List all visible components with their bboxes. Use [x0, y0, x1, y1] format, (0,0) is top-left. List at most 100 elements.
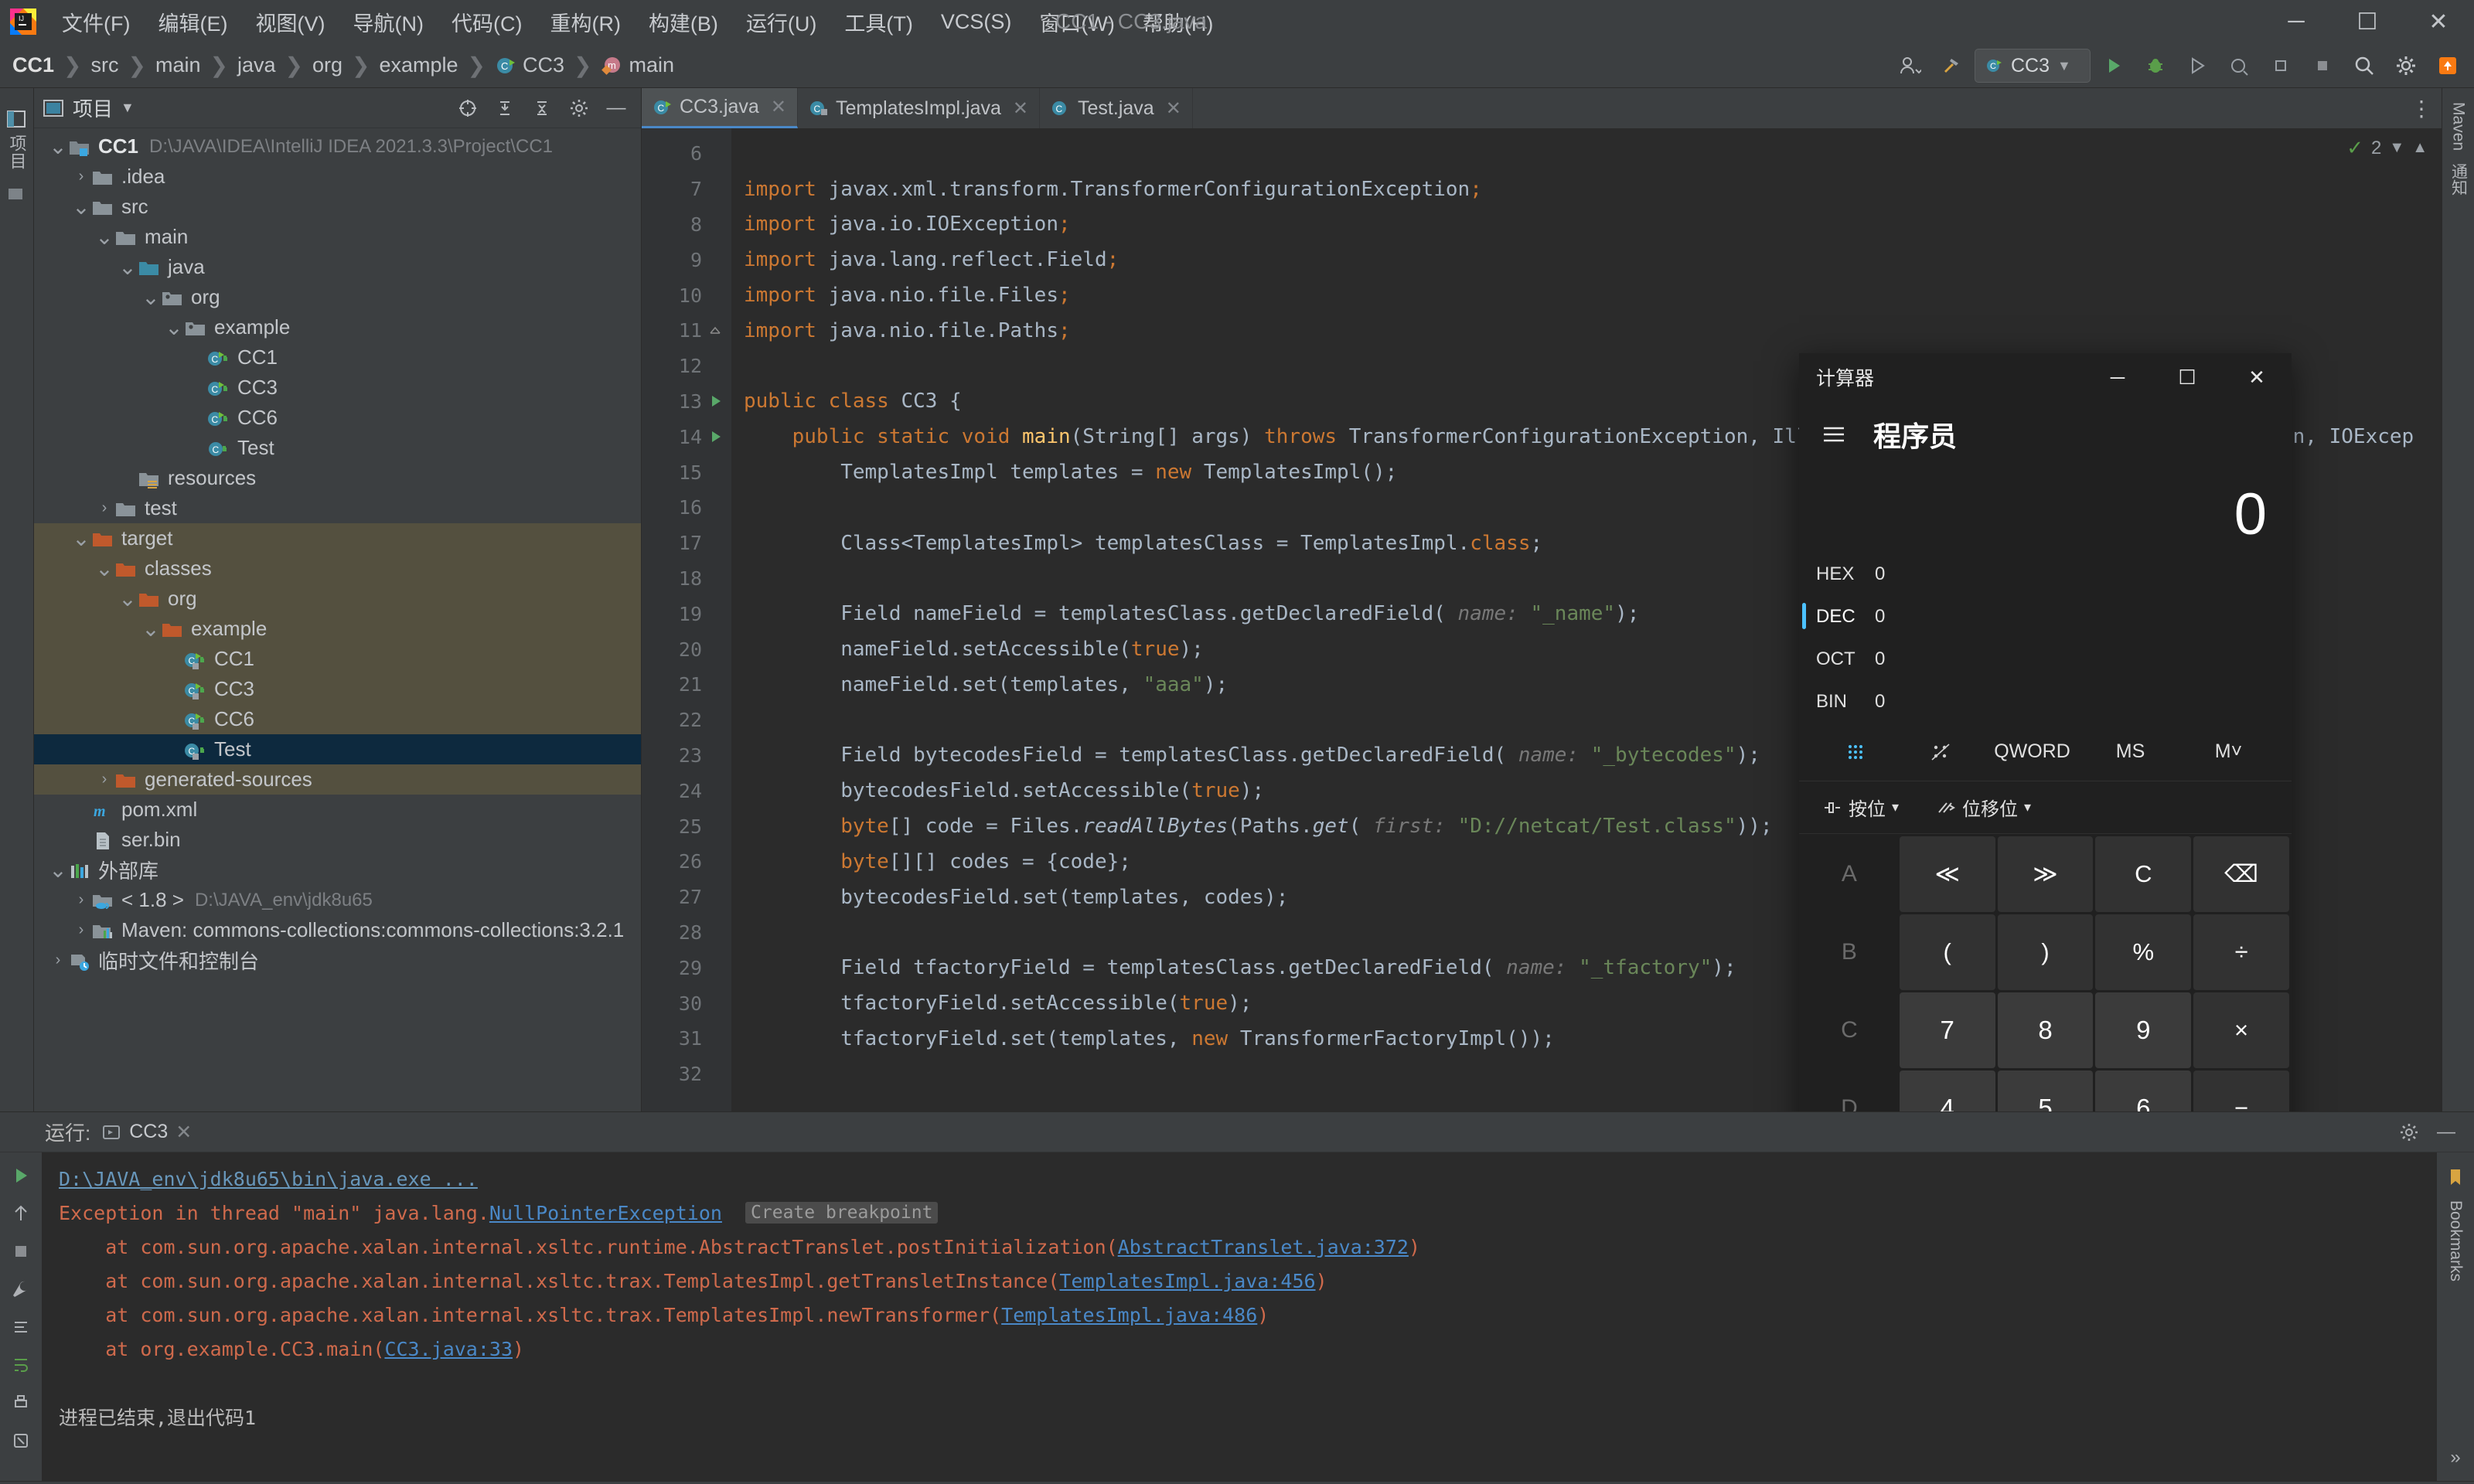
hide-run-panel-icon[interactable]: — — [2429, 1115, 2463, 1149]
chevron-down-icon[interactable]: ⌄ — [94, 226, 114, 247]
scroll-up-button[interactable] — [4, 1196, 38, 1230]
attach-icon[interactable] — [2262, 47, 2299, 84]
menu-view[interactable]: 视图(V) — [241, 2, 339, 42]
tree-node-cc1[interactable]: C CC1 — [34, 342, 641, 373]
run-tab-cc3[interactable]: CC3 ✕ — [101, 1121, 192, 1144]
clear-console-icon[interactable] — [4, 1424, 38, 1458]
code-line[interactable]: 8 import java.io.IOException; — [642, 207, 2442, 243]
code-line[interactable]: 6 — [642, 136, 2442, 172]
calc-key-c[interactable]: C — [1801, 992, 1897, 1068]
window-controls[interactable]: ─ ☐ ✕ — [2261, 0, 2474, 43]
tree-node-cc1[interactable]: ⌄ CC1 D:\JAVA\IDEA\IntelliJ IDEA 2021.3.3\… — [34, 131, 641, 162]
tree-node-test[interactable]: C Test — [34, 433, 641, 463]
radix-row-oct[interactable]: OCT 0 — [1799, 638, 2292, 680]
chevron-down-icon[interactable]: ⌄ — [71, 527, 91, 549]
run-gutter-icon[interactable] — [708, 429, 731, 444]
tab-templatesimpl-java[interactable]: C TemplatesImpl.java ✕ — [798, 88, 1041, 128]
collapse-all-icon[interactable] — [525, 91, 559, 125]
calc-key-shift-right[interactable]: ≫ — [1997, 836, 2094, 912]
calc-key-shift-left[interactable]: ≪ — [1899, 836, 1995, 912]
radix-row-bin[interactable]: BIN 0 — [1799, 680, 2292, 723]
chevron-down-icon[interactable]: ⌄ — [141, 618, 161, 639]
tree-node--1-8-[interactable]: › < 1.8 > D:\JAVA_env\jdk8u65 — [34, 885, 641, 915]
sidebar-item-maven[interactable]: Maven — [2449, 96, 2468, 157]
chevron-right-icon[interactable]: › — [71, 891, 91, 909]
calc-key-8[interactable]: 8 — [1997, 992, 2094, 1068]
tree-node-test[interactable]: C Test — [34, 734, 641, 764]
rerun-button[interactable] — [4, 1159, 38, 1193]
menu-build[interactable]: 构建(B) — [635, 2, 732, 42]
console-link[interactable]: AbstractTranslet.java:372 — [1118, 1236, 1409, 1258]
tab-close-icon[interactable]: ✕ — [1013, 97, 1028, 120]
print-icon[interactable] — [4, 1386, 38, 1420]
chevron-right-icon[interactable]: › — [94, 499, 114, 517]
bit-toggle-icon[interactable] — [1898, 729, 1983, 775]
calculator-minimize-button[interactable]: ─ — [2083, 353, 2152, 401]
tree-node-org[interactable]: ⌄ org — [34, 584, 641, 614]
tree-node-cc3[interactable]: C CC3 — [34, 674, 641, 704]
chevron-down-icon[interactable]: ⌄ — [118, 256, 138, 277]
bitwise-button[interactable]: 按位 ▾ — [1813, 788, 1908, 827]
tree-node-classes[interactable]: ⌄ classes — [34, 553, 641, 584]
chevron-right-icon[interactable]: › — [71, 921, 91, 939]
chevron-down-icon[interactable]: ⌄ — [141, 286, 161, 308]
run-configuration-selector[interactable]: C CC3 ▼ — [1975, 49, 2091, 83]
console-link[interactable]: TemplatesImpl.java:486 — [1001, 1304, 1257, 1326]
tree-node-test[interactable]: › test — [34, 493, 641, 523]
tree-node-java[interactable]: ⌄ java — [34, 252, 641, 282]
tree-node-example[interactable]: ⌄ example — [34, 312, 641, 342]
tree-node-cc3[interactable]: C CC3 — [34, 373, 641, 403]
menu-navigate[interactable]: 导航(N) — [339, 2, 437, 42]
chevron-down-icon[interactable]: ⌄ — [164, 316, 184, 338]
minimize-button[interactable]: ─ — [2261, 0, 2332, 43]
code-line[interactable]: 11 import java.nio.file.Paths; — [642, 313, 2442, 349]
build-hammer-icon[interactable] — [1933, 47, 1970, 84]
code-line[interactable]: 7 import javax.xml.transform.TransformerC… — [642, 172, 2442, 207]
fold-gutter-icon[interactable] — [708, 324, 731, 338]
console-link[interactable]: NullPointerException — [489, 1202, 722, 1224]
code-line[interactable]: 10 import java.nio.file.Files; — [642, 277, 2442, 313]
locate-file-icon[interactable] — [451, 91, 485, 125]
structure-tool-icon[interactable] — [5, 186, 29, 206]
breadcrumb-item-cc1[interactable]: CC1 — [12, 53, 54, 77]
menu-edit[interactable]: 编辑(E) — [144, 2, 241, 42]
project-tree[interactable]: ⌄ CC1 D:\JAVA\IDEA\IntelliJ IDEA 2021.3.3\… — [34, 128, 641, 1111]
console-output[interactable]: D:\JAVA_env\jdk8u65\bin\java.exe ... Exce… — [42, 1152, 2437, 1481]
close-button[interactable]: ✕ — [2403, 0, 2474, 43]
tab-test-java[interactable]: C Test.java ✕ — [1040, 88, 1193, 128]
breadcrumb-item-java[interactable]: java — [237, 53, 276, 77]
hide-panel-icon[interactable]: — — [599, 91, 633, 125]
chevron-down-icon[interactable]: ▼ — [2389, 139, 2404, 157]
chevron-down-icon[interactable]: ⌄ — [48, 135, 68, 157]
tree-node-cc6[interactable]: C CC6 — [34, 704, 641, 734]
menu-refactor[interactable]: 重构(R) — [536, 2, 634, 42]
tab-close-icon[interactable]: ✕ — [771, 96, 786, 118]
breadcrumb-item-main-method[interactable]: m main — [601, 53, 674, 77]
console-link[interactable]: CC3.java:33 — [384, 1338, 513, 1360]
run-with-coverage-button[interactable] — [2179, 47, 2216, 84]
inspection-status[interactable]: ✓ 2 ▼ ▲ — [2346, 136, 2428, 160]
breadcrumb-item-src[interactable]: src — [90, 53, 118, 77]
run-tab-close-icon[interactable]: ✕ — [175, 1121, 192, 1144]
breadcrumb-item-org[interactable]: org — [312, 53, 342, 77]
calc-key-9[interactable]: 9 — [2095, 992, 2192, 1068]
run-settings-gear-icon[interactable] — [2392, 1115, 2426, 1149]
memory-store-button[interactable]: MS — [2081, 729, 2179, 775]
tree-node-generated-sources[interactable]: › generated-sources — [34, 764, 641, 795]
breadcrumb-item-example[interactable]: example — [379, 53, 458, 77]
tab-cc3-java[interactable]: C CC3.java ✕ — [642, 88, 798, 128]
editor-tabs-overflow[interactable]: ⋮ — [2411, 88, 2442, 128]
calc-key-b[interactable]: B — [1801, 914, 1897, 990]
chevron-down-icon[interactable]: ⌄ — [118, 587, 138, 609]
chevron-down-icon[interactable]: ▼ — [121, 100, 135, 116]
search-icon[interactable] — [2346, 47, 2383, 84]
chevron-down-icon[interactable]: ⌄ — [94, 557, 114, 579]
create-breakpoint-button[interactable]: Create breakpoint — [745, 1202, 939, 1224]
calc-key-multiply[interactable]: × — [2193, 992, 2289, 1068]
breadcrumb-item-cc3[interactable]: C CC3 — [495, 53, 564, 77]
breadcrumb-item-main[interactable]: main — [155, 53, 201, 77]
calc-key-c[interactable]: C — [2095, 836, 2192, 912]
radix-row-hex[interactable]: HEX 0 — [1799, 553, 2292, 595]
tree-node--[interactable]: › 临时文件和控制台 — [34, 945, 641, 975]
run-gutter-icon[interactable] — [708, 393, 731, 409]
